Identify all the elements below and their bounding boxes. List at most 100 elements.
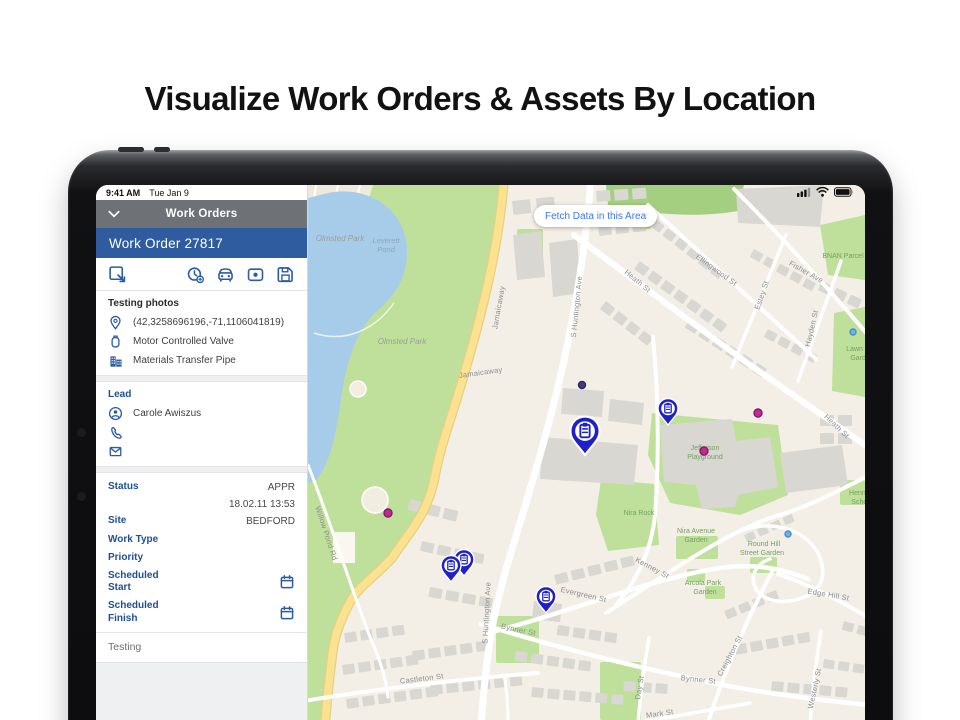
- map-asset-dot: [754, 409, 762, 417]
- asset-row[interactable]: Materials Transfer Pipe: [108, 351, 295, 370]
- section-divider: [96, 375, 307, 382]
- map-label-park: Round Hill: [748, 541, 781, 548]
- map-building: [358, 661, 371, 673]
- asset-valve-icon: [108, 334, 123, 349]
- work-order-title-bar[interactable]: Work Order 27817: [96, 228, 307, 258]
- location-pin-icon: [108, 315, 123, 330]
- volume-up-button: [118, 147, 144, 152]
- map-building: [611, 694, 624, 705]
- map-building: [412, 649, 425, 661]
- cellular-signal-icon: [797, 187, 811, 197]
- map-building: [444, 645, 457, 657]
- work-type-row[interactable]: Work Type: [96, 531, 307, 549]
- site-value: BEDFORD: [246, 516, 295, 527]
- clipboard-clip: [666, 403, 669, 406]
- map-asset-dot: [700, 447, 708, 455]
- photos-title: Testing photos: [108, 298, 295, 309]
- lead-section: Lead Carole Awiszus: [96, 382, 307, 466]
- map-building: [766, 637, 780, 649]
- fetch-data-button[interactable]: Fetch Data in this Area: [534, 205, 657, 227]
- select-area-icon[interactable]: [108, 265, 127, 284]
- map-building: [771, 681, 784, 692]
- status-datetime-row: 18.02.11 13:53: [96, 496, 307, 513]
- map-asset-dot: [384, 509, 392, 517]
- map-building: [819, 685, 832, 696]
- map-building: [838, 661, 850, 671]
- wifi-icon: [816, 187, 829, 197]
- map-building: [780, 445, 848, 493]
- map-building: [392, 625, 405, 637]
- camera-icon[interactable]: [246, 265, 265, 284]
- map-label-park: Hennigan: [849, 490, 865, 497]
- map-building: [823, 659, 835, 669]
- chevron-down-icon[interactable]: [106, 206, 122, 222]
- map-building: [595, 693, 608, 704]
- asset-row[interactable]: Motor Controlled Valve: [108, 332, 295, 351]
- panel-content: Testing photos (42,3258696196,-71,110604…: [96, 291, 307, 720]
- status-value: APPR: [268, 482, 295, 493]
- vehicle-icon[interactable]: [216, 265, 235, 284]
- map-label-park: Garden: [693, 589, 716, 596]
- tablet-screen: 9:41 AM Tue Jan 9: [96, 185, 865, 720]
- map-building: [446, 682, 459, 693]
- nav-title: Work Orders: [96, 208, 307, 220]
- map-building: [547, 688, 560, 699]
- tablet-frame: 9:41 AM Tue Jan 9: [68, 150, 893, 720]
- map-building: [820, 433, 834, 444]
- details-section: Status APPR 18.02.11 13:53 Site BEDFORD: [96, 473, 307, 632]
- phone-icon[interactable]: [108, 425, 123, 440]
- scheduled-start-row: Scheduled Start: [96, 567, 307, 598]
- lead-person-row[interactable]: Carole Awiszus: [108, 404, 295, 423]
- map-building: [750, 640, 764, 652]
- map-building: [578, 660, 591, 672]
- map-building: [572, 627, 585, 639]
- calendar-icon[interactable]: [279, 574, 295, 590]
- time-tracking-icon[interactable]: [186, 265, 205, 284]
- map-building: [342, 663, 355, 675]
- section-divider: [96, 466, 307, 473]
- map-building: [557, 625, 570, 637]
- priority-row[interactable]: Priority: [96, 549, 307, 567]
- asset-name: Motor Controlled Valve: [133, 336, 234, 347]
- email-icon[interactable]: [108, 444, 123, 459]
- status-date: Tue Jan 9: [149, 188, 189, 198]
- map-label-park: Lawn Str: [846, 346, 865, 353]
- map-label-park: Arcola Park: [685, 580, 722, 587]
- coordinates-value: (42,3258696196,-71,1106041819): [133, 317, 284, 328]
- map-label-water: Leverett: [372, 236, 400, 245]
- lead-name: Carole Awiszus: [133, 408, 201, 419]
- map-building: [362, 695, 375, 707]
- map-building: [512, 199, 531, 215]
- camera-lens: [77, 492, 86, 501]
- map-building: [608, 399, 644, 425]
- map-label-park: Garden: [850, 355, 865, 362]
- map-building: [428, 647, 441, 659]
- map-building: [409, 688, 422, 700]
- clipboard-clip: [544, 591, 547, 594]
- map-asset-dot: [850, 329, 856, 335]
- status-row: Status APPR: [96, 478, 307, 496]
- location-row[interactable]: (42,3258696196,-71,1106041819): [108, 313, 295, 332]
- footer-note: Testing: [96, 632, 307, 662]
- status-bar: 9:41 AM Tue Jan 9: [96, 185, 865, 200]
- toolbar: [96, 258, 307, 291]
- asset-building-icon: [108, 353, 123, 368]
- map-label-park: Street Garden: [740, 550, 784, 557]
- scheduled-finish-row: Scheduled Finish: [96, 598, 307, 629]
- clipboard-clip: [449, 560, 452, 563]
- site-label: Site: [108, 515, 126, 528]
- map-view[interactable]: Olmsted ParkLeverettPondOlmsted ParkJama…: [308, 185, 865, 720]
- page-title: Visualize Work Orders & Assets By Locati…: [0, 80, 960, 118]
- map-building: [394, 691, 407, 703]
- map-building: [513, 231, 545, 280]
- asset-name: Materials Transfer Pipe: [133, 355, 236, 366]
- save-icon[interactable]: [276, 265, 295, 284]
- map-building: [655, 683, 668, 694]
- map-building: [588, 629, 601, 641]
- map-building: [346, 697, 359, 709]
- map-label-park: BNAN Parcel: [822, 253, 864, 260]
- site-row: Site BEDFORD: [96, 513, 307, 531]
- map-building: [515, 651, 528, 663]
- work-order-panel: Work Orders Work Order 27817: [96, 185, 308, 720]
- calendar-icon[interactable]: [279, 605, 295, 621]
